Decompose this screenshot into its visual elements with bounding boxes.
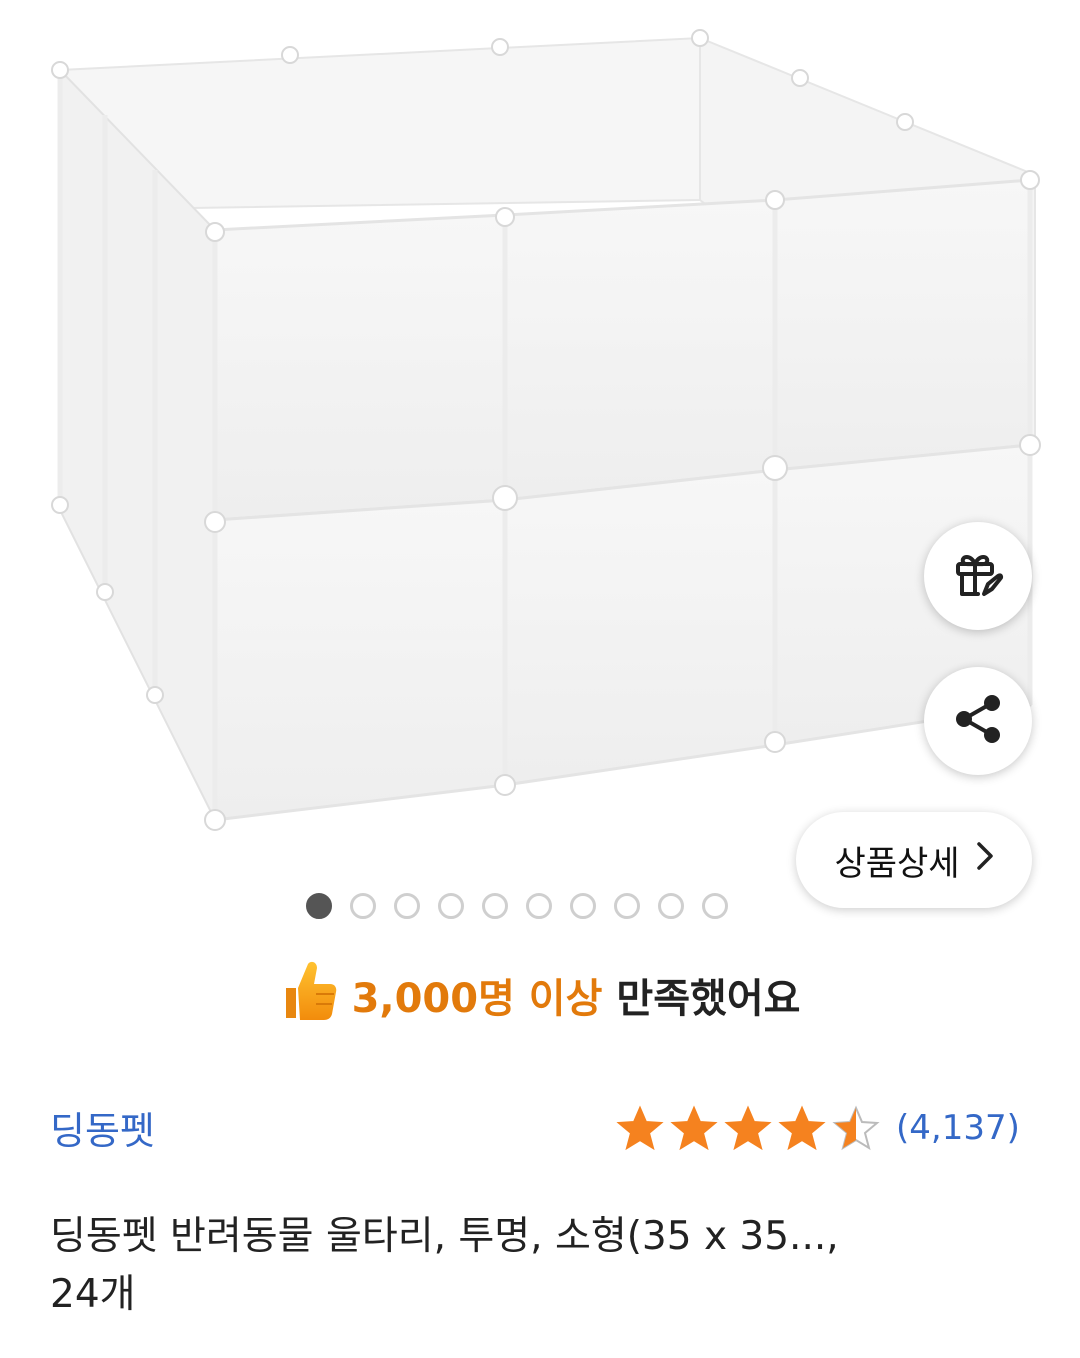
chevron-right-icon: [976, 840, 994, 880]
brand-link[interactable]: 딩동펫: [50, 1100, 155, 1155]
rating[interactable]: (4,137): [616, 1102, 1020, 1154]
thumbs-up-icon: [280, 958, 338, 1032]
carousel-dot[interactable]: [438, 893, 464, 919]
carousel-dot[interactable]: [658, 893, 684, 919]
gift-rocket-icon: [950, 546, 1006, 606]
carousel-dot[interactable]: [570, 893, 596, 919]
star-full-icon: [616, 1105, 664, 1151]
satisfaction-text: 만족했어요: [616, 976, 801, 1022]
share-icon: [950, 691, 1006, 751]
star-full-icon: [724, 1105, 772, 1151]
product-detail-label: 상품상세: [834, 843, 960, 884]
product-title[interactable]: 딩동펫 반려동물 울타리, 투명, 소형(35 x 35..., 24개: [50, 1208, 1010, 1324]
carousel-dot[interactable]: [394, 893, 420, 919]
carousel-dot[interactable]: [526, 893, 552, 919]
product-title-line-1: 딩동펫 반려동물 울타리, 투명, 소형(35 x 35...,: [50, 1214, 839, 1259]
review-count: (4,137): [896, 1108, 1020, 1148]
carousel-dot[interactable]: [306, 893, 332, 919]
star-full-icon: [778, 1105, 826, 1151]
product-title-line-2: 24개: [50, 1272, 136, 1317]
product-image[interactable]: [0, 0, 1080, 880]
carousel-dot[interactable]: [482, 893, 508, 919]
star-rating: [616, 1105, 880, 1151]
satisfaction-count: 3,000명 이상: [351, 976, 603, 1022]
satisfaction-banner: 3,000명 이상 만족했어요: [0, 955, 1080, 1035]
carousel-dot[interactable]: [614, 893, 640, 919]
pet-fence-illustration: [51, 29, 1041, 831]
share-button[interactable]: [924, 667, 1032, 775]
product-detail-button[interactable]: 상품상세: [796, 812, 1032, 908]
star-full-icon: [670, 1105, 718, 1151]
star-half-icon: [832, 1105, 880, 1151]
carousel-dot[interactable]: [350, 893, 376, 919]
gift-button[interactable]: [924, 522, 1032, 630]
image-carousel-indicator: [306, 890, 728, 922]
carousel-dot[interactable]: [702, 893, 728, 919]
